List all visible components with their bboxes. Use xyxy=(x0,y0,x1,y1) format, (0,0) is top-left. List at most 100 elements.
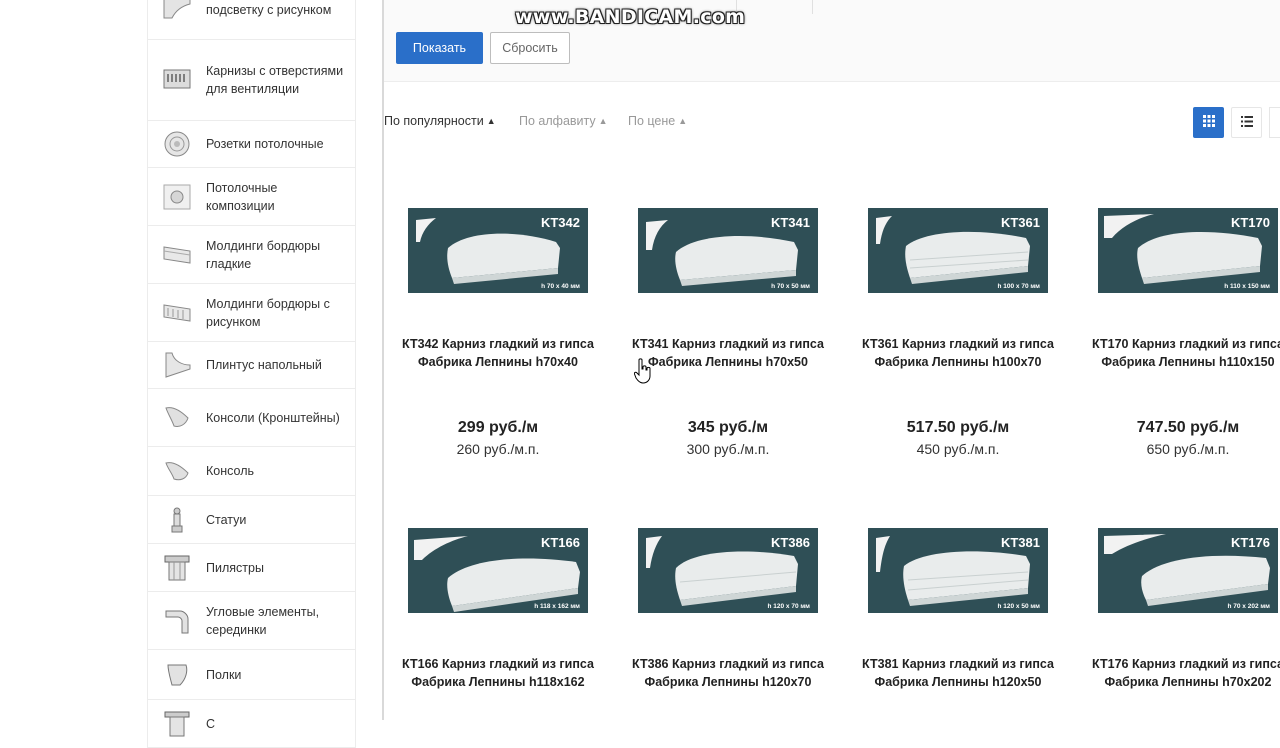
molding-smooth-icon xyxy=(162,241,192,269)
console-icon xyxy=(162,457,192,485)
sidebar-item-label: Полки xyxy=(206,667,242,682)
baseboard-icon xyxy=(162,351,192,379)
sort-by-popularity[interactable]: По популярности ▲ xyxy=(384,114,496,128)
product-code: KT361 xyxy=(1000,215,1040,230)
product-image[interactable]: KT361 h 100 x 70 мм xyxy=(868,208,1048,293)
ceiling-rosette-icon xyxy=(162,130,192,158)
sort-label: По алфавиту xyxy=(519,114,596,128)
sidebar-item-label: Розетки потолочные xyxy=(206,137,324,151)
product-code: KT170 xyxy=(1230,215,1270,230)
product-image[interactable]: KT342 h 70 x 40 мм xyxy=(408,208,588,293)
sidebar-item-corner-elements[interactable]: Угловые элементы, серединки xyxy=(148,592,355,650)
product-price: 345 руб./м xyxy=(687,419,769,436)
pilaster-icon xyxy=(162,554,192,582)
product-dimensions: h 70 x 202 мм xyxy=(1227,603,1270,610)
sidebar-item-columns[interactable]: С xyxy=(148,700,355,748)
sidebar-item-label: Консоль xyxy=(206,464,255,478)
sidebar-item-label: Молдинги бордюры с рисунком xyxy=(206,296,330,329)
product-code: KT176 xyxy=(1230,535,1270,550)
sidebar-item-label: Угловые элементы, серединки xyxy=(206,604,320,637)
product-image[interactable]: KT386 h 120 x 70 мм xyxy=(638,528,818,613)
product-image[interactable]: KT170 h 110 x 150 мм xyxy=(1098,208,1278,293)
list-view-icon xyxy=(1240,114,1253,132)
product-code: KT386 xyxy=(770,535,810,550)
category-sidebar: подсветку с рисунком Карнизы с отверстия… xyxy=(147,0,356,748)
product-dimensions: h 100 x 70 мм xyxy=(997,283,1040,290)
sidebar-item-statues[interactable]: Статуи xyxy=(148,496,355,544)
product-price-per-meter: 650 руб./м.п. xyxy=(1146,441,1230,457)
sidebar-item-ceiling-rosettes[interactable]: Розетки потолочные xyxy=(148,121,355,168)
product-dimensions: h 70 x 50 мм xyxy=(771,283,810,290)
product-name[interactable]: КТ176 Карниз гладкий из гипса Фабрика Ле… xyxy=(1078,655,1280,691)
product-name[interactable]: КТ166 Карниз гладкий из гипса Фабрика Ле… xyxy=(388,655,608,691)
sort-label: По популярности xyxy=(384,114,484,128)
sidebar-item-ceiling-compositions[interactable]: Потолочные композиции xyxy=(148,168,355,226)
recording-watermark: www.BANDICAM.com xyxy=(515,6,746,28)
product-dimensions: h 120 x 70 мм xyxy=(767,603,810,610)
cornice-pattern-icon xyxy=(162,0,192,24)
product-code: KT341 xyxy=(770,215,810,230)
product-dimensions: h 70 x 40 мм xyxy=(541,283,580,290)
sort-label: По цене xyxy=(628,114,676,128)
sort-by-alphabet[interactable]: По алфавиту ▲ xyxy=(519,114,608,128)
grid-view-button[interactable] xyxy=(1193,107,1224,138)
content-divider xyxy=(382,0,384,720)
sidebar-item-label: Статуи xyxy=(206,512,247,527)
sidebar-item-label: С xyxy=(206,716,216,731)
filter-divider xyxy=(812,0,813,14)
product-price-per-meter: 450 руб./м.п. xyxy=(916,441,1000,457)
product-price: 747.50 руб./м xyxy=(1136,419,1240,436)
sidebar-item-label: Плинтус напольный xyxy=(206,358,322,372)
product-name[interactable]: КТ381 Карниз гладкий из гипса Фабрика Ле… xyxy=(848,655,1068,691)
sidebar-item-console[interactable]: Консоль xyxy=(148,447,355,496)
corner-element-icon xyxy=(162,607,192,635)
product-image[interactable]: KT381 h 120 x 50 мм xyxy=(868,528,1048,613)
show-button[interactable]: Показать xyxy=(396,32,483,64)
product-name[interactable]: КТ386 Карниз гладкий из гипса Фабрика Ле… xyxy=(618,655,838,691)
column-icon xyxy=(162,710,192,738)
product-name[interactable]: КТ342 Карниз гладкий из гипса Фабрика Ле… xyxy=(388,335,608,371)
product-code: KT381 xyxy=(1000,535,1040,550)
product-dimensions: h 118 x 162 мм xyxy=(534,603,580,610)
sidebar-item-vent-cornices[interactable]: Карнизы с отверстиями для вентиляции xyxy=(148,40,355,121)
product-code: KT342 xyxy=(540,215,580,230)
chevron-up-icon: ▲ xyxy=(678,116,688,126)
sidebar-item-shelves[interactable]: Полки xyxy=(148,650,355,700)
grid-view-icon xyxy=(1202,114,1215,132)
product-price: 299 руб./м xyxy=(457,419,539,436)
sidebar-item-brackets[interactable]: Консоли (Кронштейны) xyxy=(148,389,355,447)
vent-cornice-icon xyxy=(162,66,192,94)
statue-icon xyxy=(162,506,192,534)
product-price: 517.50 руб./м xyxy=(906,419,1010,436)
sidebar-item-label: Консоли (Кронштейны) xyxy=(206,410,340,425)
bracket-icon xyxy=(162,404,192,432)
product-price-per-meter: 300 руб./м.п. xyxy=(686,441,770,457)
product-image[interactable]: KT176 h 70 x 202 мм xyxy=(1098,528,1278,613)
sidebar-item-label: Пилястры xyxy=(206,560,264,575)
product-image[interactable]: KT166 h 118 x 162 мм xyxy=(408,528,588,613)
sidebar-item-pilasters[interactable]: Пилястры xyxy=(148,544,355,592)
sidebar-item-moldings-smooth[interactable]: Молдинги бордюры гладкие xyxy=(148,226,355,284)
product-name[interactable]: КТ170 Карниз гладкий из гипса Фабрика Ле… xyxy=(1078,335,1280,371)
sidebar-item-moldings-pattern[interactable]: Молдинги бордюры с рисунком xyxy=(148,284,355,342)
sidebar-item-cornice-lighting[interactable]: подсветку с рисунком xyxy=(148,0,355,40)
product-dimensions: h 110 x 150 мм xyxy=(1224,283,1270,290)
chevron-up-icon: ▲ xyxy=(598,116,608,126)
sidebar-item-label: подсветку с рисунком xyxy=(206,2,332,17)
sort-by-price[interactable]: По цене ▲ xyxy=(628,114,687,128)
hand-cursor-icon xyxy=(633,358,652,389)
product-price-per-meter: 260 руб./м.п. xyxy=(456,441,540,457)
chevron-up-icon: ▲ xyxy=(486,116,496,126)
list-view-button[interactable] xyxy=(1231,107,1262,138)
product-name[interactable]: КТ361 Карниз гладкий из гипса Фабрика Ле… xyxy=(848,335,1068,371)
product-image[interactable]: KT341 h 70 x 50 мм xyxy=(638,208,818,293)
product-dimensions: h 120 x 50 мм xyxy=(997,603,1040,610)
sidebar-item-baseboards[interactable]: Плинтус напольный xyxy=(148,342,355,389)
sidebar-item-label: Карнизы с отверстиями для вентиляции xyxy=(206,64,344,96)
table-view-button[interactable] xyxy=(1269,107,1280,138)
molding-pattern-icon xyxy=(162,299,192,327)
sidebar-item-label: Потолочные композиции xyxy=(206,180,278,213)
product-code: KT166 xyxy=(540,535,580,550)
reset-button[interactable]: Сбросить xyxy=(490,32,570,64)
ceiling-composition-icon xyxy=(162,183,192,211)
